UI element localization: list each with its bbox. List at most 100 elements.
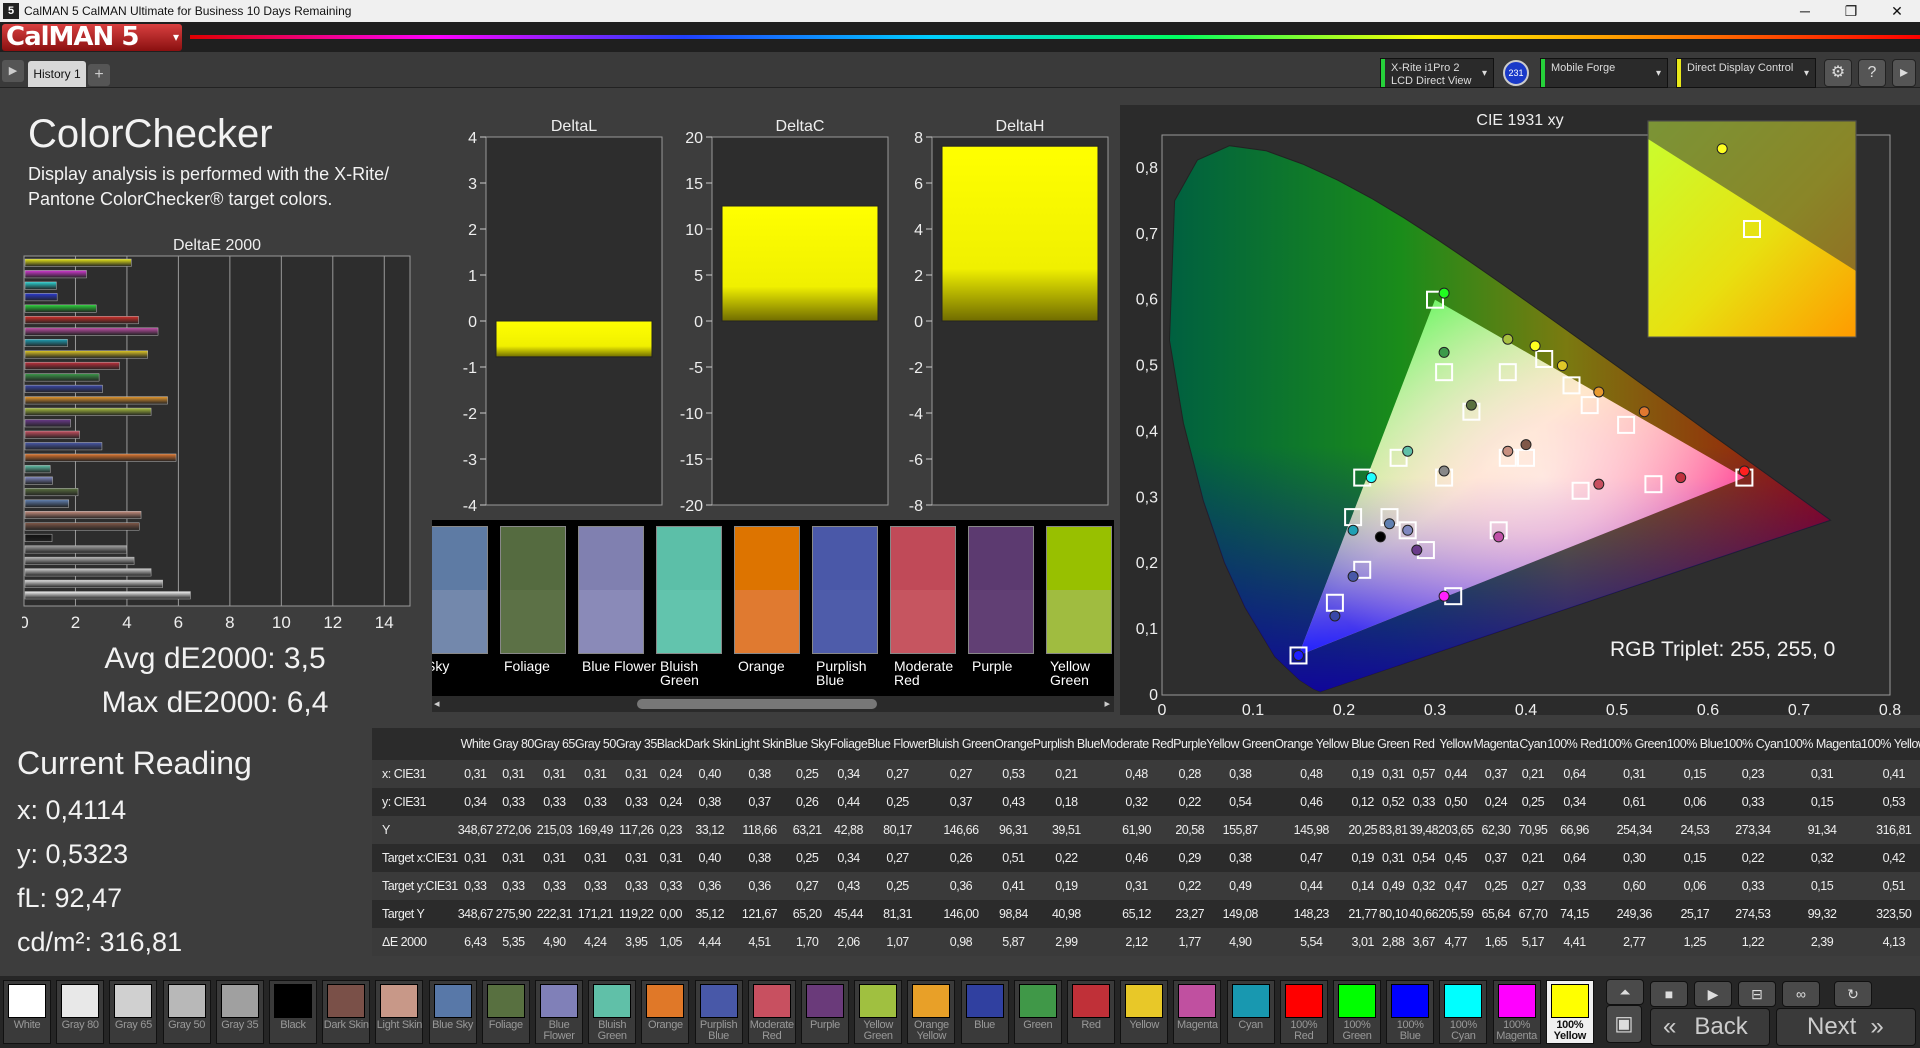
y-tick-label: 8 <box>914 130 923 147</box>
patch-button[interactable]: 100% Blue <box>1386 980 1435 1044</box>
table-cell: 99,32 <box>1807 907 1837 921</box>
patch-button[interactable]: White <box>3 980 51 1044</box>
table-cell: 3,67 <box>1409 928 1439 956</box>
tab-history-1[interactable]: History 1 <box>28 61 86 87</box>
table-cell: 0,36 <box>684 872 735 900</box>
device-meter[interactable]: X-Rite i1Pro 2 LCD Direct View ▾ <box>1380 58 1494 88</box>
patch-button[interactable]: Black <box>269 980 317 1044</box>
patch-button[interactable]: Blue Sky <box>428 980 477 1044</box>
table-cell: 0,34 <box>829 760 868 788</box>
patch-button[interactable]: Green <box>1013 980 1062 1044</box>
swatch-label: Bluish Green <box>660 658 699 688</box>
scroll-right-icon[interactable]: ▸ <box>1104 697 1110 710</box>
patch-button[interactable]: Cyan <box>1226 980 1275 1044</box>
deltae-bar <box>24 499 69 508</box>
x-tick-label: 4 <box>122 613 131 632</box>
swatch-label: Purplish Blue <box>816 658 867 688</box>
patch-button[interactable]: Blue <box>960 980 1009 1044</box>
add-tab-icon[interactable]: + <box>88 64 110 86</box>
gear-icon[interactable]: ⚙ <box>1824 59 1852 87</box>
patch-button[interactable]: Yellow Green <box>854 980 903 1044</box>
table-cell: 0,33 <box>615 872 657 900</box>
column-header: Yellow <box>1439 737 1473 751</box>
patch-button[interactable]: Blue Flower <box>535 980 583 1044</box>
minimize-icon[interactable]: ─ <box>1782 0 1828 22</box>
measured-point <box>1738 465 1750 477</box>
back-button[interactable]: « Back <box>1650 1008 1770 1046</box>
close-icon[interactable]: ✕ <box>1874 0 1920 22</box>
table-cell: 272,06 <box>492 816 534 844</box>
loop-icon[interactable]: ∞ <box>1782 981 1820 1007</box>
column-header: Orange Yellow <box>1274 737 1349 751</box>
next-icon: » <box>1870 1013 1884 1040</box>
patch-button[interactable]: 100% Magenta <box>1492 980 1541 1044</box>
table-cell: 91,34 <box>1782 816 1862 844</box>
max-de-label: Max dE2000: 6,4 <box>101 686 329 719</box>
patch-color <box>646 984 685 1018</box>
stop-icon[interactable]: ■ <box>1650 981 1688 1007</box>
patch-button[interactable]: Gray 35 <box>215 980 264 1044</box>
y-tick-label: 2 <box>914 268 923 285</box>
patch-button[interactable]: Gray 65 <box>109 980 158 1044</box>
y-tick-label: 0 <box>1149 687 1158 704</box>
device-display[interactable]: Direct Display Control ▾ <box>1676 58 1816 88</box>
patch-button[interactable]: 100% Green <box>1333 980 1381 1044</box>
patch-button[interactable]: Red <box>1067 980 1115 1044</box>
table-cell: 0,31 <box>1601 760 1667 788</box>
device-source[interactable]: Mobile Forge ▾ <box>1540 58 1668 88</box>
scroll-right-icon[interactable]: ▸ <box>1892 59 1916 87</box>
y-tick-label: 1 <box>468 268 477 285</box>
swatch-scrollbar[interactable]: ◂ ▸ <box>432 696 1114 712</box>
patch-button[interactable]: Light Skin <box>375 980 424 1044</box>
table-cell: 1,07 <box>867 928 928 956</box>
patch-button[interactable]: Yellow <box>1120 980 1169 1044</box>
calman-logo-menu[interactable]: CalMAN 5 ▾ <box>2 24 182 51</box>
patch-button[interactable]: Bluish Green <box>588 980 637 1044</box>
table-cell: 0,60 <box>1601 872 1667 900</box>
x-tick-label: 0,1 <box>1242 702 1264 715</box>
next-button[interactable]: Next » <box>1776 1008 1916 1046</box>
meter-badge[interactable]: 231 <box>1503 60 1529 86</box>
colorchecker-swatches: Sky Foliage Blue FlowerBluish Green Orange P… <box>432 520 1114 696</box>
patch-button[interactable]: Purplish Blue <box>694 980 743 1044</box>
refresh-icon[interactable]: ↻ <box>1834 981 1872 1007</box>
table-cell: 0,06 <box>1666 872 1723 900</box>
patch-button[interactable]: 100% Red <box>1279 980 1328 1044</box>
patch-label: 100% Green <box>1342 1019 1372 1042</box>
patch-button[interactable]: Foliage <box>481 980 530 1044</box>
table-cell: 40,66 <box>1409 907 1439 921</box>
scroll-left-icon[interactable]: ◂ <box>434 697 440 710</box>
deltae-bar <box>24 488 79 497</box>
table-cell: 5,54 <box>1274 928 1349 956</box>
table-cell: 0,38 <box>734 760 785 788</box>
record-icon[interactable]: ▣ <box>1606 1005 1642 1043</box>
swatch-measured-color <box>1047 590 1111 653</box>
table-cell: 0,27 <box>784 872 830 900</box>
patch-button[interactable]: 100% Cyan <box>1439 980 1488 1044</box>
table-cell: 0,31 <box>502 851 525 865</box>
save-icon[interactable]: ⊟ <box>1738 981 1776 1007</box>
table-cell: 2,88 <box>1377 928 1410 956</box>
maximize-icon[interactable]: ❐ <box>1828 0 1874 22</box>
table-cell: 148,23 <box>1293 907 1330 921</box>
patch-button[interactable]: Orange Yellow <box>907 980 956 1044</box>
deltae-bar <box>24 339 68 347</box>
play-icon[interactable]: ▶ <box>2 60 24 82</box>
table-cell: 118,66 <box>734 816 785 844</box>
scrollbar-thumb[interactable] <box>637 699 877 709</box>
patch-button[interactable]: Purple <box>801 980 849 1044</box>
patch-button[interactable]: Gray 50 <box>162 980 211 1044</box>
patch-button[interactable]: Orange <box>641 980 690 1044</box>
patch-button[interactable]: Dark Skin <box>322 980 371 1044</box>
measured-point <box>1502 445 1514 457</box>
patch-button[interactable]: 100% Yellow <box>1545 980 1594 1044</box>
patch-button[interactable]: Magenta <box>1173 980 1222 1044</box>
play-icon[interactable]: ▶ <box>1694 981 1732 1007</box>
patch-button[interactable]: Moderate Red <box>747 980 796 1044</box>
patch-label: 100% Yellow <box>1553 1019 1587 1042</box>
table-cell: 0,30 <box>1623 851 1646 865</box>
patch-button[interactable]: Gray 80 <box>56 980 105 1044</box>
reading-cdm2: cd/m²: 316,81 <box>17 927 183 957</box>
up-icon[interactable]: ⏶ <box>1606 979 1644 1005</box>
help-icon[interactable]: ? <box>1858 59 1886 87</box>
